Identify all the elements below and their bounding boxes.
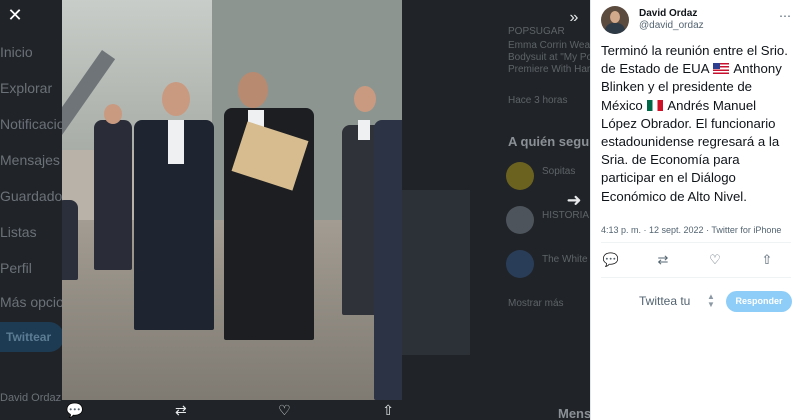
trend-line: Premiere With Harr: [508, 64, 590, 75]
follow-name: Sopitas: [542, 166, 576, 177]
author-name[interactable]: David Ordaz: [639, 8, 697, 19]
tweet-text-part: Andrés Manuel López Obrador. El funciona…: [601, 97, 780, 204]
photo-person: [374, 120, 402, 400]
background-sidebar: Inicio Explorar Notificaciones Mensajes …: [0, 0, 87, 420]
photo-person-head: [104, 104, 122, 124]
avatar-body: [605, 23, 625, 34]
tweet-actions: 💬 ⇄ ♡ ⇧: [601, 250, 781, 270]
trend-source: POPSUGAR: [508, 26, 565, 37]
share-icon[interactable]: ⇧: [382, 402, 394, 420]
nav-item-messages: Mensajes: [0, 152, 60, 168]
trend-line: Emma Corrin Wears: [508, 40, 590, 51]
tweet-photo[interactable]: [62, 0, 402, 400]
mexico-flag-icon: [647, 99, 664, 111]
photo-person-shirt: [168, 120, 184, 164]
like-icon[interactable]: ♡: [705, 250, 725, 270]
retweet-icon[interactable]: ⇄: [653, 250, 673, 270]
reply-icon[interactable]: 💬: [66, 402, 83, 420]
reply-input[interactable]: Twittea tu: [639, 294, 690, 308]
background-tweet-button: Twittear: [0, 322, 64, 352]
background-account-name: David Ordaz: [0, 392, 62, 404]
avatar[interactable]: [601, 6, 629, 34]
retweet-icon[interactable]: ⇄: [175, 402, 187, 420]
reply-icon[interactable]: 💬: [601, 250, 621, 270]
more-options-icon[interactable]: ⋯: [779, 9, 791, 23]
photo-person: [94, 120, 132, 270]
tweet-text: Terminó la reunión entre el Srio. de Est…: [601, 42, 795, 206]
divider: [601, 277, 791, 278]
tweet-detail-panel: David Ordaz @david_ordaz ⋯ Terminó la re…: [590, 0, 800, 420]
trend-line: Bodysuit at "My Po: [508, 52, 590, 63]
author-handle[interactable]: @david_ordaz: [639, 20, 704, 31]
show-more-link: Mostrar más: [508, 298, 564, 309]
arrow-right-icon[interactable]: ➜: [560, 186, 588, 214]
photo-person: [62, 200, 78, 280]
media-action-bar: 💬 ⇄ ♡ ⇧: [62, 402, 402, 420]
messages-drawer-title: Mensajes: [558, 406, 590, 420]
nav-item-bookmarks: Guardados: [0, 188, 70, 204]
scroll-arrows-icon[interactable]: ▲ ▼: [707, 293, 715, 309]
photo-person-head: [238, 72, 268, 108]
us-flag-icon: [713, 63, 730, 75]
photo-person-head: [162, 82, 190, 116]
avatar: [506, 206, 534, 234]
nav-item-lists: Listas: [0, 224, 37, 240]
who-to-follow-heading: A quién seguir: [508, 134, 590, 149]
divider: [601, 242, 791, 243]
nav-item-explore: Explorar: [0, 80, 53, 96]
double-chevron-right-icon[interactable]: »: [560, 4, 588, 32]
tweet-meta[interactable]: 4:13 p. m. · 12 sept. 2022 · Twitter for…: [601, 225, 781, 235]
nav-item-profile: Perfil: [0, 260, 32, 276]
avatar: [506, 162, 534, 190]
reply-button[interactable]: Responder: [726, 291, 792, 312]
trend-time: Hace 3 horas: [508, 95, 568, 106]
close-icon[interactable]: ✕: [0, 0, 30, 30]
avatar: [506, 250, 534, 278]
avatar-face: [610, 11, 620, 23]
follow-name: The White: [542, 254, 588, 265]
nav-item-home: Inicio: [0, 44, 33, 60]
photo-person-shirt: [358, 120, 370, 140]
like-icon[interactable]: ♡: [278, 402, 291, 420]
share-icon[interactable]: ⇧: [757, 250, 777, 270]
photo-person-head: [354, 86, 376, 112]
